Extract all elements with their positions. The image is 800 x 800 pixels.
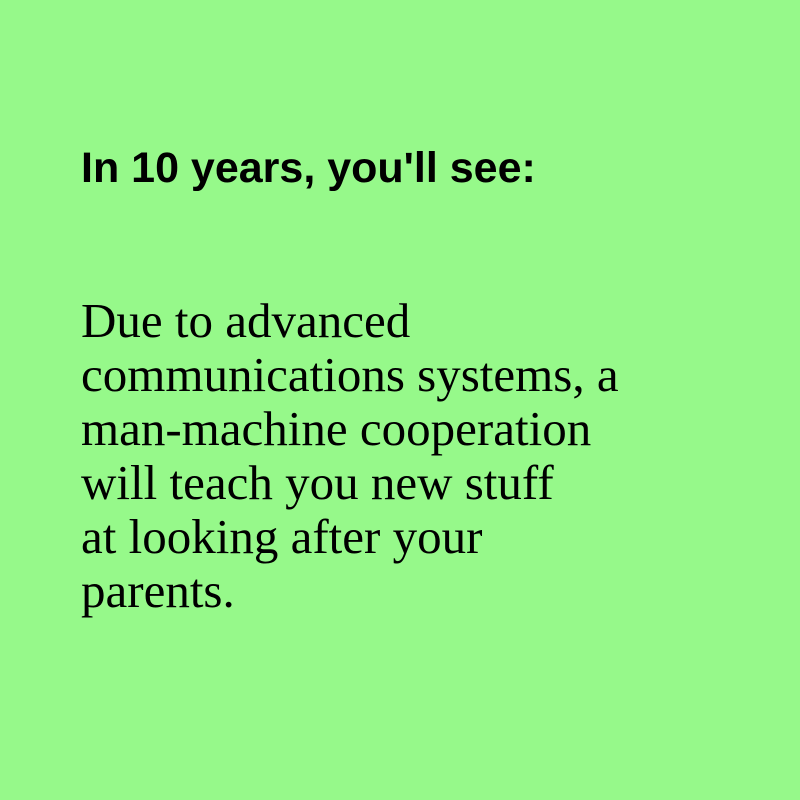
- body-text: Due to advanced communications systems, …: [81, 294, 619, 618]
- heading: In 10 years, you'll see:: [81, 144, 536, 192]
- body-line: parents.: [81, 563, 235, 618]
- card: In 10 years, you'll see: Due to advanced…: [0, 0, 800, 800]
- body-line: will teach you new stuff: [81, 455, 554, 510]
- body-line: Due to advanced: [81, 293, 411, 348]
- body-line: at looking after your: [81, 509, 483, 564]
- body-line: man-machine cooperation: [81, 401, 592, 456]
- body-line: communications systems, a: [81, 347, 619, 402]
